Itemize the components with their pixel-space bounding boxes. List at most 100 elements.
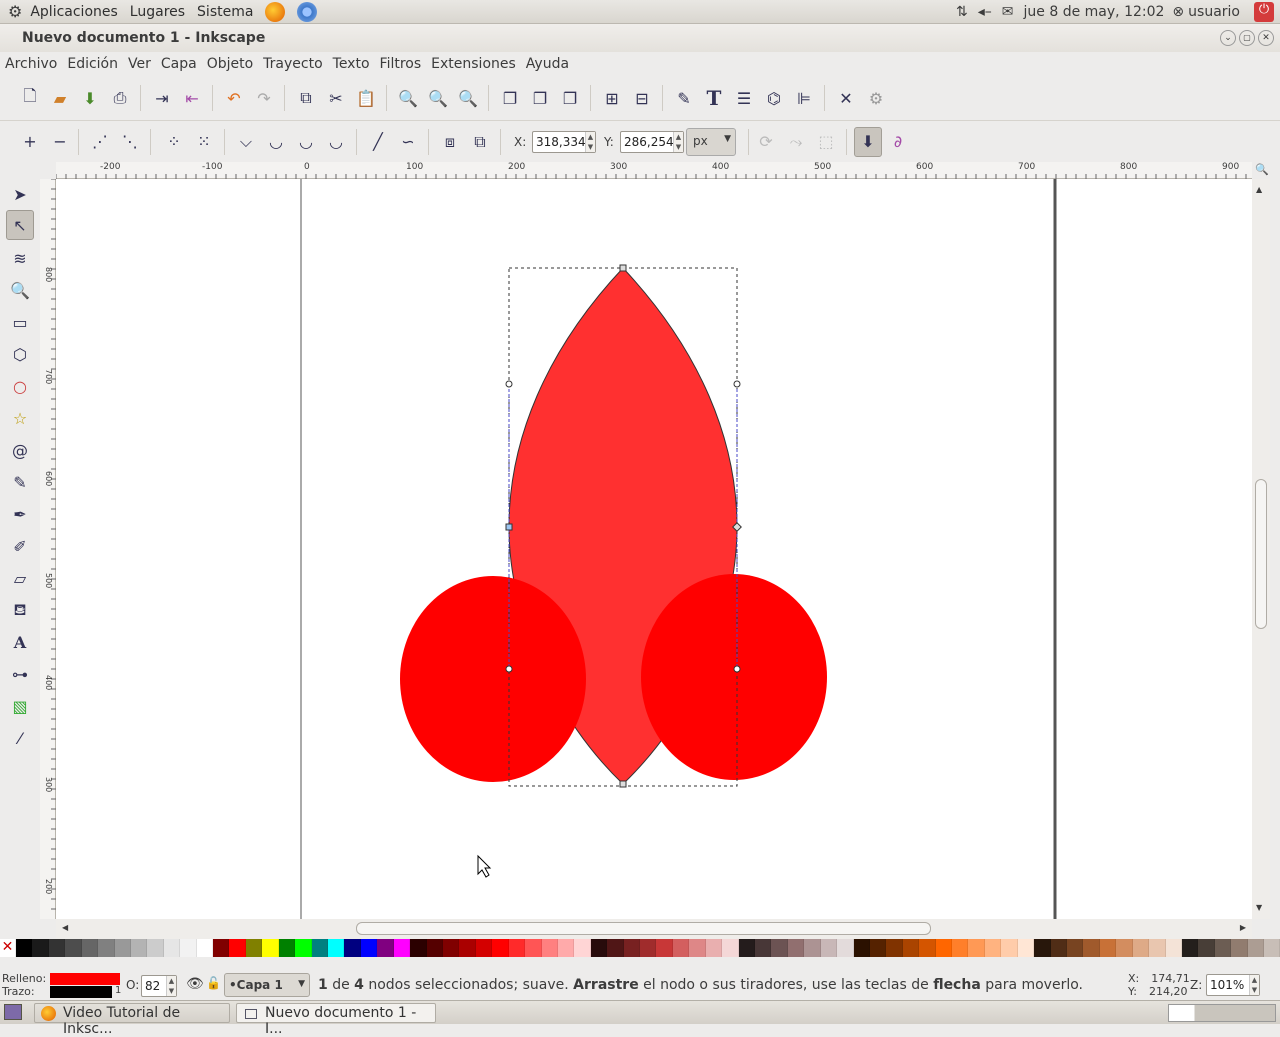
save-icon[interactable]: ⬇ [80,88,100,108]
horizontal-scroll-thumb[interactable] [356,922,931,935]
eye-icon[interactable]: 👁 [186,976,204,992]
color-swatch[interactable] [508,939,526,957]
color-swatch[interactable] [475,939,493,957]
color-swatch[interactable] [689,939,706,957]
color-swatch[interactable] [705,939,723,957]
user-name[interactable]: usuario [1188,4,1240,20]
color-swatch[interactable] [1247,939,1265,957]
show-outline-icon[interactable]: ∂ [888,132,908,152]
color-swatch[interactable] [1001,939,1018,957]
color-swatch[interactable] [1083,939,1100,957]
color-swatch[interactable] [1165,939,1182,957]
color-swatch[interactable] [640,939,657,957]
vertical-scroll-thumb[interactable] [1255,479,1267,629]
menu-ayuda[interactable]: Ayuda [526,56,569,72]
paste-icon[interactable]: 📋 [356,88,376,108]
break-path-icon[interactable]: ⋱ [120,132,140,152]
segment-curve-icon[interactable]: ∽ [398,132,418,152]
color-swatch[interactable] [1067,939,1084,957]
segment-line-icon[interactable]: ╱ [368,132,388,152]
color-swatch[interactable] [1050,939,1067,957]
zoom-tool-icon[interactable]: 🔍 [10,280,30,300]
ubuntu-logo-icon[interactable]: ⚙ [8,2,22,21]
window-titlebar[interactable]: Nuevo documento 1 - Inkscape ⌄ ▢ ✕ [0,24,1280,52]
delete-node-icon[interactable]: − [50,132,70,152]
paint-bucket-tool-icon[interactable]: ⛾ [10,600,30,620]
node-tool-icon[interactable]: ↖ [6,210,34,240]
ellipse-tool-icon[interactable]: ○ [10,376,30,396]
minimize-icon[interactable]: ⌄ [1220,30,1236,46]
show-desktop-icon[interactable] [4,1004,22,1020]
connector-tool-icon[interactable]: ⊶ [10,664,30,684]
color-swatch[interactable] [557,939,575,957]
rectangle-tool-icon[interactable]: ▭ [10,312,30,332]
y-coordinate-input[interactable]: 286,254 ▲ ▼ [620,130,684,153]
drawing-svg[interactable] [56,179,1252,919]
delete-segment-icon[interactable]: ⁙ [194,132,214,152]
color-swatch[interactable] [213,939,230,957]
color-swatch[interactable] [886,939,903,957]
stroke-swatch[interactable] [50,986,112,998]
color-swatch[interactable] [48,939,66,957]
color-swatch[interactable] [1099,939,1117,957]
zoom-input[interactable]: 101% ▲ ▼ [1206,974,1260,996]
star-tool-icon[interactable]: ☆ [10,408,30,428]
layer-select[interactable]: •Capa 1 ▼ [224,973,310,997]
x-coordinate-input[interactable]: 318,334 ▲ ▼ [532,130,596,153]
color-swatch[interactable] [1214,939,1232,957]
color-swatch[interactable] [196,939,214,957]
color-swatch[interactable] [1149,939,1166,957]
zoom-page-icon[interactable]: 🔍 [458,88,478,108]
color-swatch[interactable] [853,939,870,957]
user-status-icon[interactable]: ⊗ [1172,4,1184,20]
scroll-left-icon[interactable]: ◀ [62,923,68,932]
color-swatch[interactable] [426,939,443,957]
layers-icon[interactable]: ☰ [734,88,754,108]
color-swatch[interactable] [65,939,82,957]
xml-editor-icon[interactable]: ⌬ [764,88,784,108]
menu-aplicaciones[interactable]: Aplicaciones [30,4,117,20]
menu-extensiones[interactable]: Extensiones [431,56,516,72]
color-swatch[interactable] [344,939,361,957]
color-swatch[interactable] [1231,939,1248,957]
color-swatch[interactable] [590,939,608,957]
show-handles-icon[interactable]: ⬇ [854,126,882,157]
export-icon[interactable]: ⇤ [182,88,202,108]
color-swatch[interactable] [902,939,920,957]
document-properties-icon[interactable]: ⚙ [866,88,886,108]
menu-trayecto[interactable]: Trayecto [263,56,322,72]
color-swatch[interactable] [787,939,805,957]
symmetric-node-icon[interactable]: ◡ [296,132,316,152]
color-swatch[interactable] [295,939,312,957]
color-swatch[interactable] [147,939,164,957]
color-swatch[interactable] [311,939,329,957]
vertical-scrollbar[interactable]: ▲ ▼ [1252,179,1270,919]
color-swatch[interactable] [754,939,772,957]
drawing-canvas[interactable] [56,179,1252,919]
color-swatch[interactable] [1264,939,1280,957]
auto-smooth-node-icon[interactable]: ◡ [326,132,346,152]
color-swatch[interactable] [525,939,542,957]
scroll-down-icon[interactable]: ▼ [1256,903,1262,912]
no-paint-icon[interactable]: ✕ [0,939,16,957]
color-swatch[interactable] [360,939,378,957]
copy-icon[interactable]: ⧉ [296,88,316,108]
dropper-tool-icon[interactable]: ⁄ [10,728,30,748]
color-swatch[interactable] [984,939,1002,957]
color-swatch[interactable] [869,939,887,957]
color-swatch[interactable] [820,939,838,957]
fill-swatch[interactable] [50,973,120,985]
import-icon[interactable]: ⇥ [152,88,172,108]
mail-icon[interactable]: ✉ [1002,4,1014,20]
color-swatch[interactable] [229,939,246,957]
duplicate-icon[interactable]: ❐ [500,88,520,108]
close-icon[interactable]: ✕ [1258,30,1274,46]
open-icon[interactable]: ▰ [50,88,70,108]
color-swatch[interactable] [81,939,99,957]
preferences-icon[interactable]: ✕ [836,88,856,108]
workspace-switcher[interactable] [1168,1004,1276,1022]
color-swatch[interactable] [722,939,739,957]
cut-icon[interactable]: ✂ [326,88,346,108]
color-swatch[interactable] [262,939,279,957]
color-swatch[interactable] [771,939,788,957]
